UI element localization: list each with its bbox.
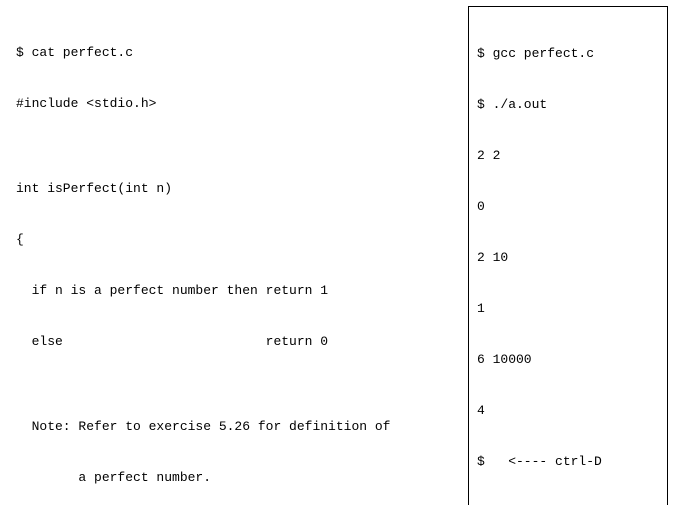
terminal-line: 0 [477,198,659,215]
code-line: if n is a perfect number then return 1 [16,282,390,299]
terminal-line: $ gcc perfect.c [477,45,659,62]
terminal-line: $ <---- ctrl-D [477,453,659,470]
terminal-line: 1 [477,300,659,317]
terminal-line: 2 10 [477,249,659,266]
code-line: Note: Refer to exercise 5.26 for definit… [16,418,390,435]
code-line: int isPerfect(int n) [16,180,390,197]
terminal-line: 6 10000 [477,351,659,368]
source-code-listing: $ cat perfect.c #include <stdio.h> int i… [16,10,390,505]
terminal-output-box: $ gcc perfect.c $ ./a.out 2 2 0 2 10 1 6… [468,6,668,505]
code-line: a perfect number. [16,469,390,486]
terminal-line: 4 [477,402,659,419]
code-line: #include <stdio.h> [16,95,390,112]
code-line: else return 0 [16,333,390,350]
terminal-line: $ ./a.out [477,96,659,113]
page: $ cat perfect.c #include <stdio.h> int i… [0,0,684,505]
terminal-line: 2 2 [477,147,659,164]
code-line: { [16,231,390,248]
code-line: $ cat perfect.c [16,44,390,61]
